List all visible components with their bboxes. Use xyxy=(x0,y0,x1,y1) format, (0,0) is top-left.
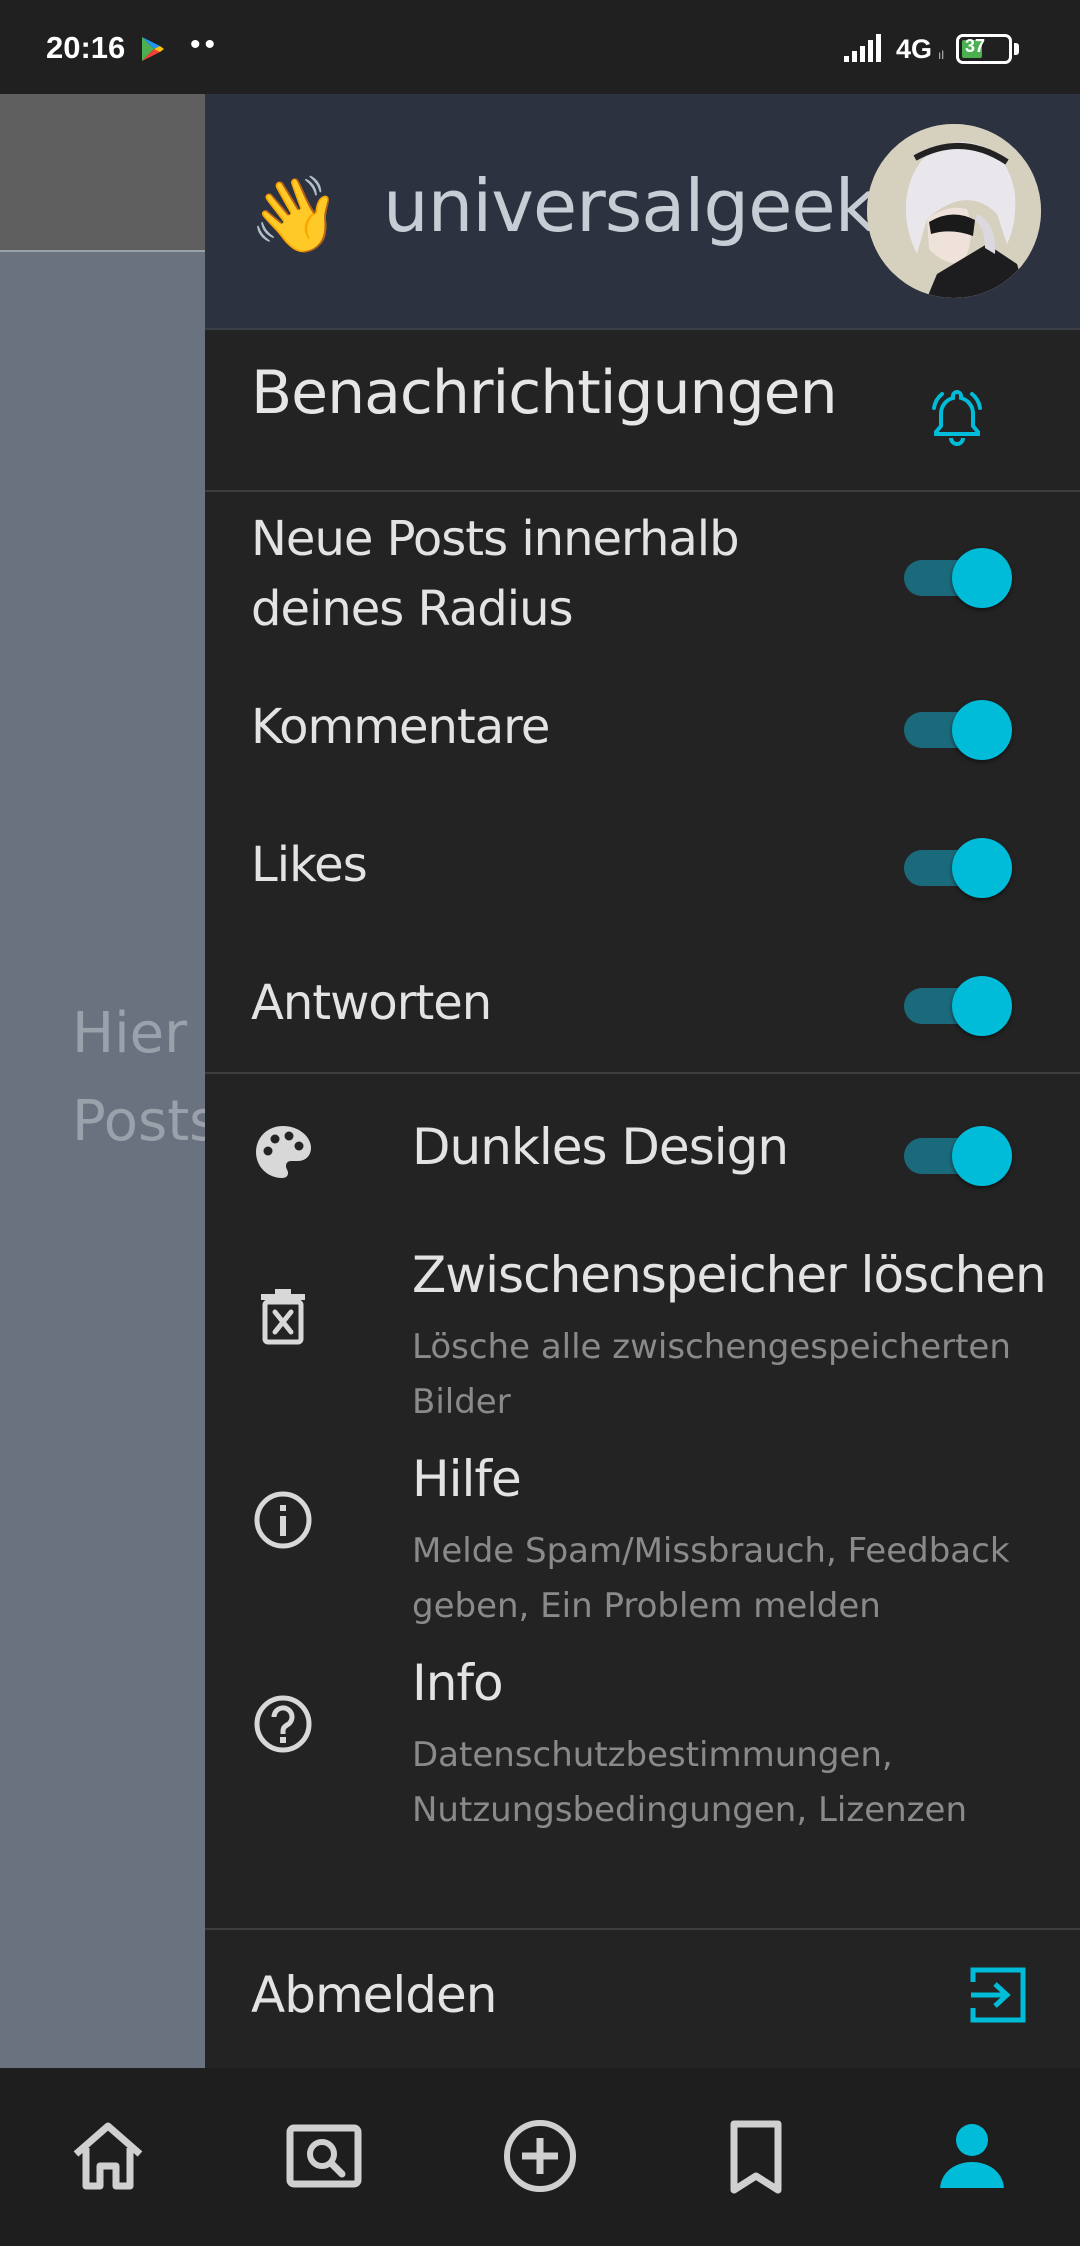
notifications-title: Benachrichtigungen xyxy=(251,358,838,428)
info-title: Info xyxy=(412,1654,504,1712)
info-icon xyxy=(254,1491,312,1549)
divider xyxy=(205,1072,1080,1074)
toggle-new-posts[interactable] xyxy=(900,546,1012,608)
toggle-comments[interactable] xyxy=(900,698,1012,760)
help-title: Hilfe xyxy=(412,1450,522,1508)
play-store-icon xyxy=(142,37,164,61)
question-icon xyxy=(254,1695,312,1753)
navigation-drawer: 👋 universalgeek Benachrichtigungen Neue … xyxy=(205,94,1080,2068)
notification-dots: •• xyxy=(190,28,220,61)
add-icon[interactable] xyxy=(498,2114,582,2198)
logout-label: Abmelden xyxy=(251,1966,497,2024)
network-type: 4G xyxy=(896,34,933,64)
bottom-navigation xyxy=(0,2068,1080,2246)
battery-level: 37 xyxy=(965,36,986,56)
status-bar: 20:16 •• 4G ıl 37 xyxy=(0,0,1080,94)
avatar[interactable] xyxy=(867,124,1041,298)
toggle-replies[interactable] xyxy=(900,974,1012,1036)
drawer-header: 👋 universalgeek xyxy=(205,94,1080,330)
battery-icon: 37 xyxy=(956,34,1020,64)
bell-ring-icon[interactable] xyxy=(925,384,989,448)
clear-cache-title: Zwischenspeicher löschen xyxy=(412,1246,1047,1304)
logout-icon xyxy=(970,1967,1026,2023)
setting-label-likes: Likes xyxy=(251,837,368,893)
signal-icon xyxy=(844,34,881,62)
search-icon[interactable] xyxy=(282,2114,366,2198)
palette-icon xyxy=(256,1126,311,1178)
toggle-dark-mode[interactable] xyxy=(900,1124,1012,1186)
dark-mode-label: Dunkles Design xyxy=(412,1118,789,1176)
divider xyxy=(205,490,1080,492)
setting-label-replies: Antworten xyxy=(251,975,492,1031)
info-subtitle: Datenschutzbestimmungen, Nutzungsbedingu… xyxy=(412,1735,967,1830)
setting-label-new-posts: Neue Posts innerhalb deines Radius xyxy=(251,511,740,637)
username: universalgeek xyxy=(383,164,876,248)
waving-hand-icon: 👋 xyxy=(249,172,342,258)
background-app-header xyxy=(0,94,205,252)
clear-cache-subtitle: Lösche alle zwischengespeicherten Bilder xyxy=(412,1327,1011,1422)
bookmark-icon[interactable] xyxy=(714,2114,798,2198)
network-activity: ıl xyxy=(938,48,944,62)
setting-label-comments: Kommentare xyxy=(251,699,550,755)
profile-icon[interactable] xyxy=(930,2114,1014,2198)
divider xyxy=(205,1928,1080,1930)
status-time: 20:16 xyxy=(46,30,126,65)
trash-icon xyxy=(261,1289,305,1345)
home-icon[interactable] xyxy=(66,2114,150,2198)
toggle-likes[interactable] xyxy=(900,836,1012,898)
help-subtitle: Melde Spam/Missbrauch, Feedback geben, E… xyxy=(412,1531,1010,1626)
